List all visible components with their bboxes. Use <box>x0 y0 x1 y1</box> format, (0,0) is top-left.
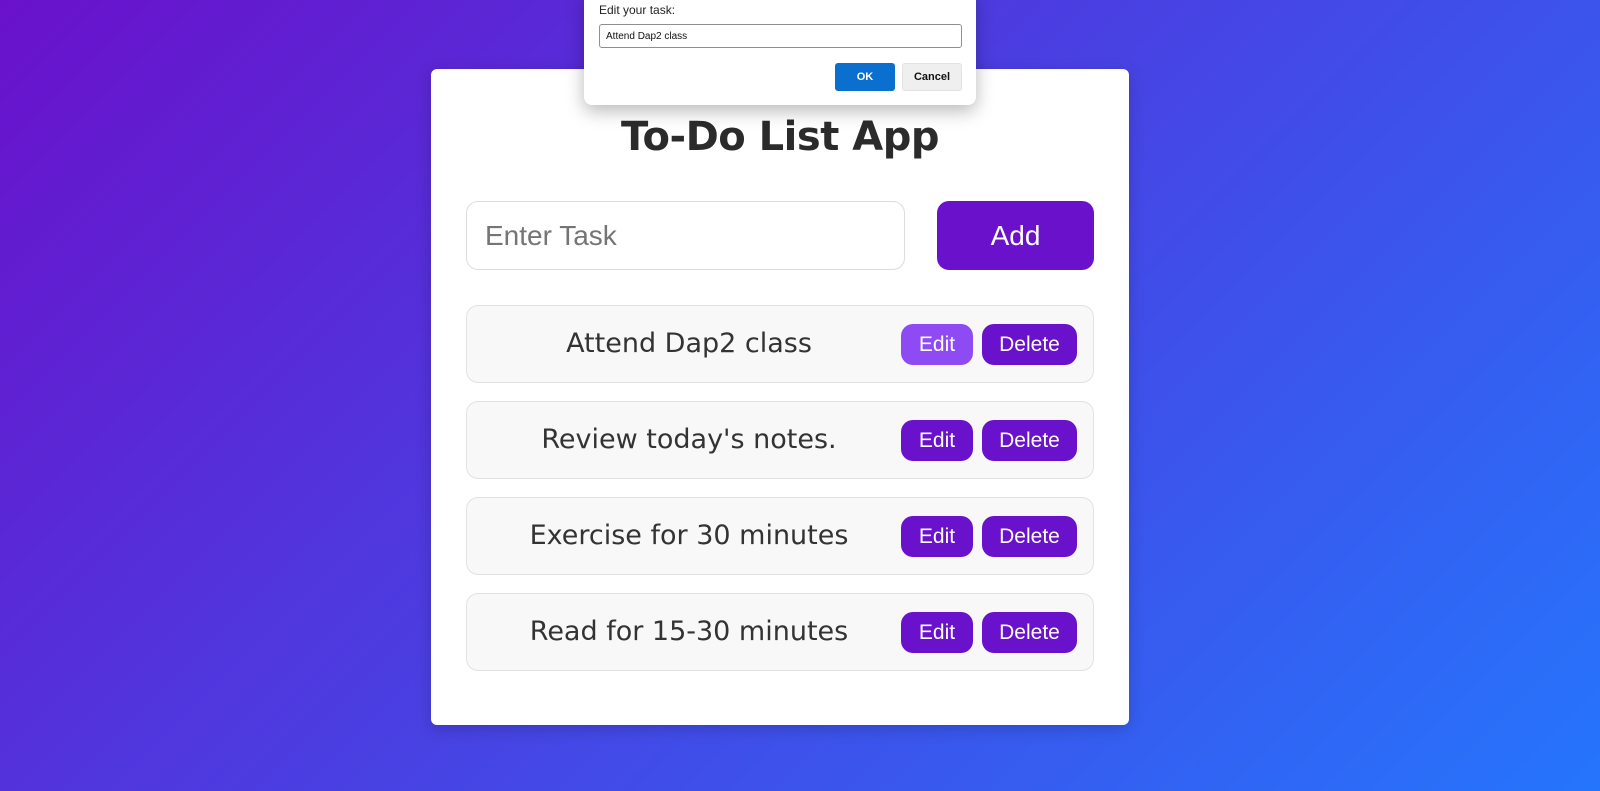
task-text: Exercise for 30 minutes <box>529 520 849 551</box>
dialog-label: Edit your task: <box>599 3 676 17</box>
delete-button[interactable]: Delete <box>982 420 1077 461</box>
delete-button[interactable]: Delete <box>982 324 1077 365</box>
add-button[interactable]: Add <box>937 201 1094 270</box>
task-item: Review today's notes. Edit Delete <box>466 401 1094 479</box>
edit-button[interactable]: Edit <box>901 516 973 557</box>
task-item: Attend Dap2 class Edit Delete <box>466 305 1094 383</box>
task-text: Review today's notes. <box>541 424 837 455</box>
delete-button[interactable]: Delete <box>982 612 1077 653</box>
ok-button[interactable]: OK <box>835 63 895 91</box>
edit-task-dialog: Edit your task: OK Cancel <box>584 0 976 105</box>
edit-button[interactable]: Edit <box>901 420 973 461</box>
task-input[interactable] <box>466 201 905 270</box>
task-list: Attend Dap2 class Edit Delete Review tod… <box>466 305 1094 689</box>
task-text: Attend Dap2 class <box>566 328 812 359</box>
edit-button[interactable]: Edit <box>901 324 973 365</box>
dialog-input[interactable] <box>599 24 962 48</box>
task-item: Read for 15-30 minutes Edit Delete <box>466 593 1094 671</box>
cancel-button[interactable]: Cancel <box>902 63 962 91</box>
edit-button[interactable]: Edit <box>901 612 973 653</box>
todo-card: To-Do List App Add Attend Dap2 class Edi… <box>431 69 1129 725</box>
page-title: To-Do List App <box>621 114 939 160</box>
delete-button[interactable]: Delete <box>982 516 1077 557</box>
task-text: Read for 15-30 minutes <box>529 616 849 647</box>
task-item: Exercise for 30 minutes Edit Delete <box>466 497 1094 575</box>
